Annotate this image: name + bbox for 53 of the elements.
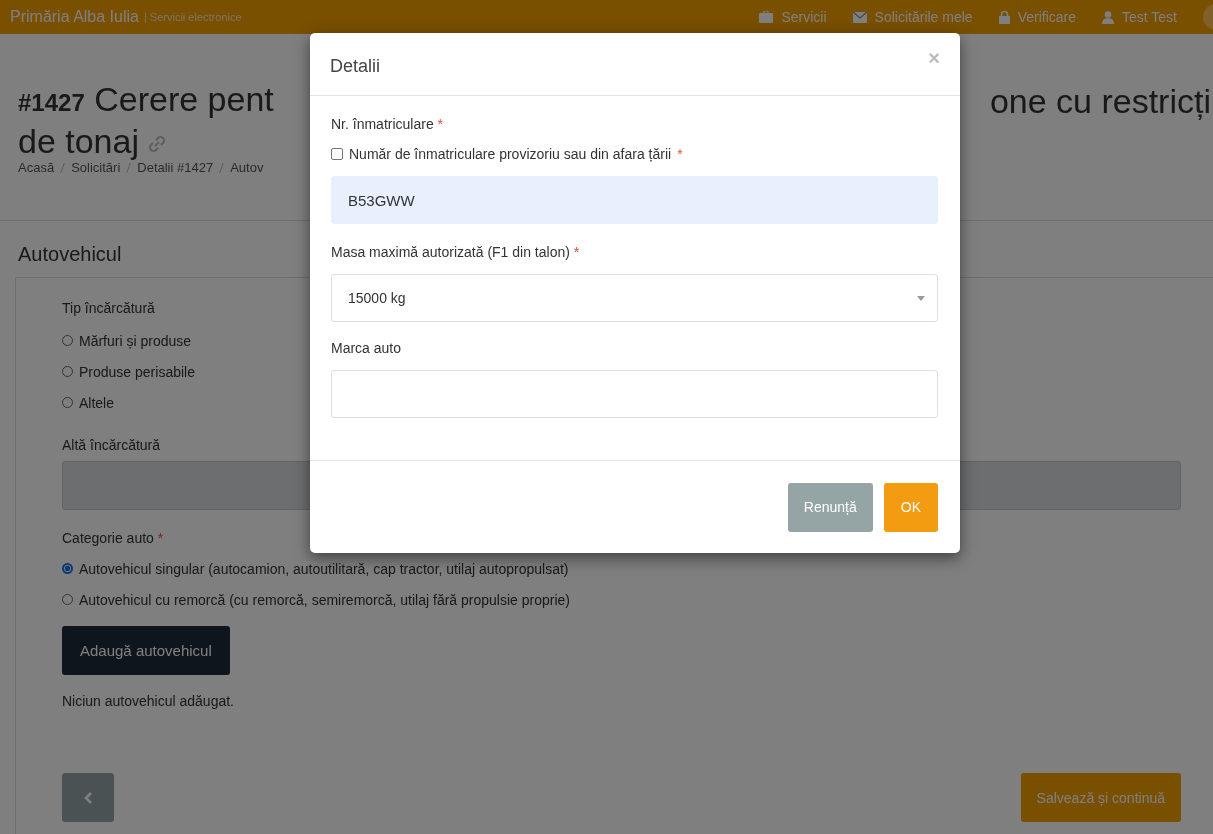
- save-continue-button[interactable]: Salvează și continuă: [1020, 773, 1181, 822]
- envelope-icon: [852, 11, 867, 23]
- brand-input[interactable]: [331, 370, 938, 418]
- field-label: Masa maximă autorizată (F1 din talon): [331, 244, 570, 260]
- nav-link[interactable]: Verificare: [998, 9, 1076, 25]
- breadcrumb-link[interactable]: Acasă: [18, 160, 55, 175]
- option-label: Autovehicul cu remorcă (cu remorcă, semiremorcă, utilaj fără propulsie proprie): [79, 591, 570, 608]
- close-button[interactable]: ×: [928, 46, 940, 70]
- page-title: one cu restricți: [989, 82, 1212, 120]
- field-label: Nr. înmatriculare: [331, 116, 434, 132]
- cancel-button[interactable]: Renunță: [787, 482, 873, 532]
- required-mark: *: [573, 244, 580, 260]
- lock-icon: [998, 10, 1010, 24]
- section-title: Autovehicul: [18, 243, 122, 266]
- page-title: #1427 Cerere pent: [18, 80, 274, 120]
- briefcase-icon: [759, 11, 774, 23]
- link-icon[interactable]: [147, 134, 167, 154]
- plate-input[interactable]: B53GWW: [331, 176, 938, 224]
- nav-link[interactable]: Test Test: [1102, 9, 1177, 25]
- site-subtitle: | Servicii electronice: [143, 11, 242, 23]
- field-label: Tip încărcătură: [62, 300, 156, 316]
- nav-link[interactable]: Solicitările mele: [852, 9, 973, 25]
- chevron-left-icon: [83, 791, 93, 804]
- empty-note: Niciun autovehicul adăugat.: [62, 693, 235, 709]
- field-label: Marca auto: [331, 340, 402, 356]
- site-title[interactable]: Primăria Alba Iulia: [10, 8, 139, 26]
- breadcrumb-link[interactable]: Solicitări: [71, 160, 121, 175]
- mass-select[interactable]: 15000 kg: [331, 274, 938, 322]
- option-label: Altele: [79, 394, 115, 411]
- breadcrumb-link[interactable]: Autov: [230, 160, 264, 175]
- radio-button[interactable]: [62, 594, 73, 605]
- radio-button[interactable]: [62, 397, 73, 408]
- user-icon: [1102, 10, 1114, 24]
- modal-title: Detalii: [330, 55, 381, 77]
- field-label: Altă încărcătură: [62, 437, 162, 453]
- radio-button[interactable]: [62, 335, 73, 346]
- checkbox[interactable]: [331, 148, 343, 160]
- checkbox-label: Număr de înmatriculare provizoriu sau din afara țării: [349, 146, 672, 162]
- required-mark: *: [677, 146, 683, 162]
- breadcrumb-link[interactable]: Detalii #1427: [137, 160, 214, 175]
- ok-button[interactable]: OK: [883, 482, 938, 532]
- add-vehicle-button[interactable]: Adaugă autovehicul: [62, 626, 230, 675]
- field-label: Categorie auto: [62, 530, 154, 546]
- required-mark: *: [157, 530, 164, 546]
- page-title: de tonaj: [18, 122, 139, 160]
- required-mark: *: [437, 116, 444, 132]
- caret-icon: [917, 295, 925, 301]
- nav-link[interactable]: Servicii: [759, 9, 827, 25]
- option-label: Mărfuri și produse: [79, 332, 192, 349]
- radio-button[interactable]: [62, 366, 73, 377]
- radio-button[interactable]: [62, 563, 73, 574]
- option-label: Autovehicul singular (autocamion, autoutilitară, cap tractor, utilaj autopropulsat): [79, 560, 569, 577]
- option-label: Produse perisabile: [79, 363, 195, 380]
